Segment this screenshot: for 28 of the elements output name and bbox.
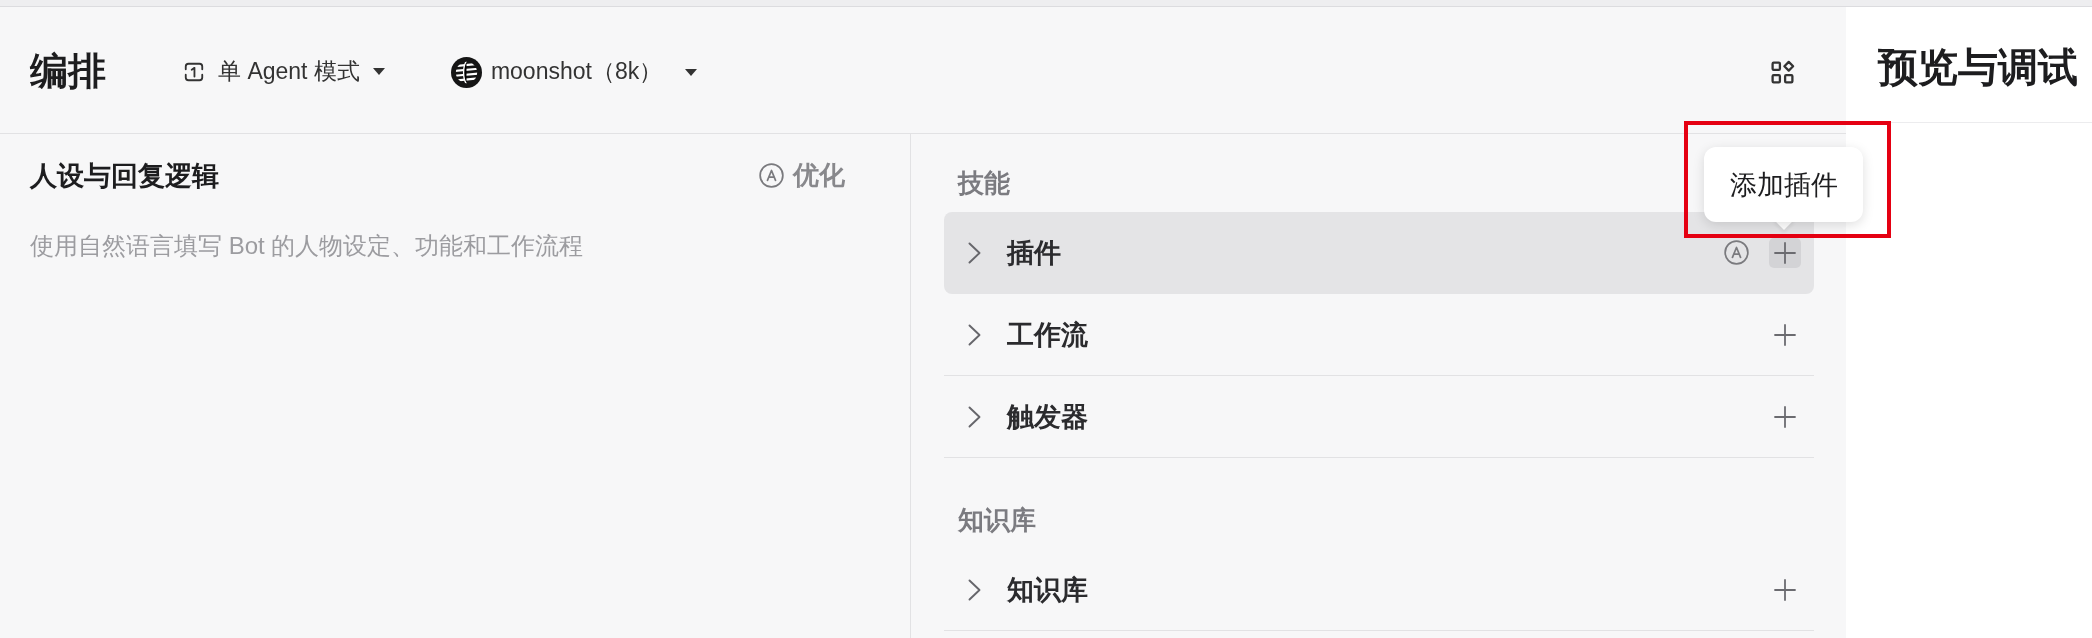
- skill-row[interactable]: 工作流: [944, 294, 1814, 376]
- section-title: 人设与回复逻辑: [30, 160, 219, 193]
- caret-icon: [685, 68, 698, 76]
- skill-row[interactable]: 插件: [944, 212, 1814, 294]
- plus-icon: [1773, 577, 1797, 602]
- skill-row[interactable]: 触发器: [944, 376, 1814, 458]
- skill-title: 知识库: [1007, 573, 1088, 607]
- plus-icon: [1773, 322, 1797, 347]
- circle-a-icon[interactable]: [1724, 240, 1749, 265]
- editor-title: 编排: [30, 51, 106, 93]
- add-button[interactable]: [1769, 237, 1801, 268]
- caret-icon: [372, 68, 385, 76]
- panel-title: 预览与调试: [1878, 44, 2078, 89]
- prompt-editor[interactable]: 使用自然语言填写 Bot 的人物设定、功能和工作流程: [30, 228, 845, 638]
- circle-a-icon[interactable]: [759, 163, 784, 189]
- section-heading: 知识库: [958, 504, 1036, 537]
- grid-icon[interactable]: [1770, 59, 1795, 85]
- striped-circle-icon: [450, 56, 482, 88]
- plus-icon: [1773, 404, 1797, 429]
- plus-icon: [1773, 240, 1797, 265]
- skill-title: 插件: [1007, 236, 1061, 270]
- section-heading: 技能: [958, 167, 1010, 200]
- mode-dropdown[interactable]: 单 Agent 模式: [183, 57, 385, 87]
- skill-title: 工作流: [1007, 318, 1088, 352]
- skill-title: 触发器: [1007, 400, 1088, 434]
- skill-row[interactable]: 知识库: [944, 549, 1814, 631]
- numbered-square-icon: [183, 61, 205, 83]
- model-dropdown[interactable]: moonshot（8k）: [450, 56, 698, 88]
